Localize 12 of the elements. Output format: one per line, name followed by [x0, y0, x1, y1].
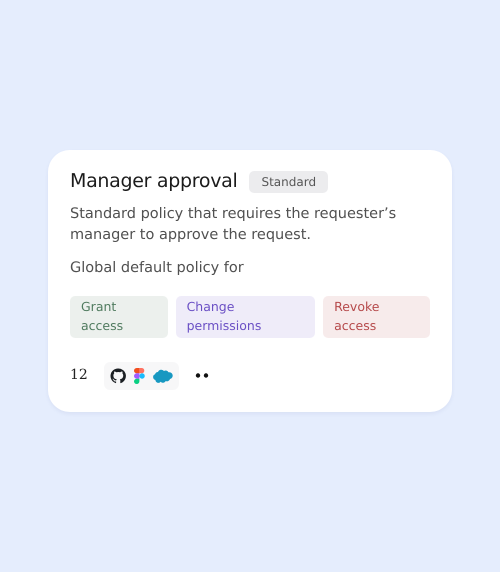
policy-title: Manager approval [70, 170, 238, 194]
cloud-icon [152, 368, 173, 383]
cat-silhouette-icon [110, 368, 126, 384]
action-tag: Revoke access [323, 296, 430, 338]
more-icon [194, 373, 209, 378]
default-label: Global default policy for [70, 259, 245, 278]
action-tag: Grant access [70, 296, 168, 338]
shapes-icon [134, 368, 145, 384]
count: 12 [70, 366, 88, 386]
policy-description: Standard policy that requires the requester’s manager to approve the request. [70, 205, 398, 246]
policy-type-badge: Standard [249, 170, 328, 193]
action-tag: Change permissions [176, 296, 316, 338]
